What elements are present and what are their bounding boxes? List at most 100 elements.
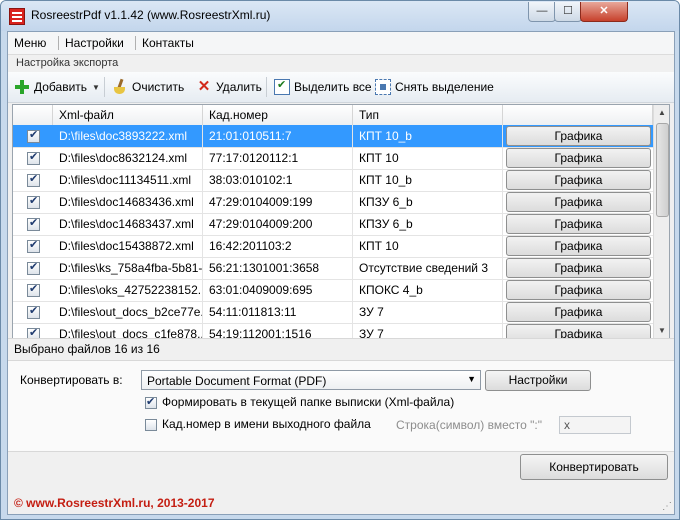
deselect-button[interactable]: Снять выделение (375, 79, 494, 95)
menu-separator (58, 36, 59, 50)
cell-cad: 21:01:010511:7 (203, 125, 353, 147)
menu-separator (135, 36, 136, 50)
graphics-button[interactable]: Графика (506, 126, 651, 146)
format-select[interactable]: Portable Document Format (PDF) ▼ (141, 370, 481, 390)
close-button[interactable]: ✕ (580, 2, 628, 22)
title-bar[interactable]: RosreestrPdf v1.1.42 (www.RosreestrXml.r… (1, 1, 679, 31)
row-checkbox[interactable] (27, 194, 40, 209)
chevron-down-icon: ▼ (467, 374, 476, 384)
convert-button[interactable]: Конвертировать (520, 454, 668, 480)
cell-cad: 56:21:1301001:3658 (203, 257, 353, 279)
client-area: Меню Настройки Контакты Настройка экспор… (7, 31, 675, 515)
graphics-button[interactable]: Графика (506, 214, 651, 234)
cell-cad: 47:29:0104009:200 (203, 213, 353, 235)
cad-name-checkbox[interactable] (145, 419, 157, 431)
cell-type: ЗУ 7 (353, 301, 503, 323)
header-check[interactable] (13, 105, 53, 125)
cell-type: Отсутствие сведений 3 (353, 257, 503, 279)
delete-button-label: Удалить (216, 80, 262, 94)
cell-type: КПЗУ 6_b (353, 213, 503, 235)
section-label: Настройка экспорта (16, 57, 119, 69)
graphics-button[interactable]: Графика (506, 280, 651, 300)
table-row[interactable]: D:\files\doc15438872.xml 16:42:201103:2 … (13, 235, 653, 258)
copyright-text: © www.RosreestrXml.ru, 2013-2017 (14, 496, 215, 510)
row-checkbox[interactable] (27, 172, 40, 187)
cell-file: D:\files\doc14683436.xml (53, 191, 203, 213)
add-button[interactable]: Добавить ▼ (14, 79, 100, 95)
menu-item-settings[interactable]: Настройки (65, 36, 124, 50)
plus-icon (14, 79, 30, 95)
table-row[interactable]: D:\files\doc8632124.xml 77:17:0120112:1 … (13, 147, 653, 170)
scroll-up-icon[interactable]: ▲ (654, 105, 669, 121)
table-row[interactable]: D:\files\doc3893222.xml 21:01:010511:7 К… (13, 125, 653, 148)
row-checkbox[interactable] (27, 238, 40, 253)
add-button-label: Добавить (34, 80, 88, 94)
window-title: RosreestrPdf v1.1.42 (www.RosreestrXml.r… (31, 8, 271, 22)
cell-file: D:\files\doc8632124.xml (53, 147, 203, 169)
table-row[interactable]: D:\files\out_docs_b2ce77e... 54:11:01181… (13, 301, 653, 324)
graphics-button[interactable]: Графика (506, 192, 651, 212)
row-checkbox[interactable] (27, 216, 40, 231)
graphics-button[interactable]: Графика (506, 236, 651, 256)
row-checkbox[interactable] (27, 128, 40, 143)
graphics-button[interactable]: Графика (506, 170, 651, 190)
vertical-scrollbar[interactable]: ▲ ▼ (653, 105, 669, 339)
delete-button[interactable]: ✕ Удалить (196, 79, 262, 95)
dropdown-arrow-icon: ▼ (92, 82, 100, 92)
folder-option-label[interactable]: Формировать в текущей папке выписки (Xml… (162, 395, 454, 409)
cell-cad: 47:29:0104009:199 (203, 191, 353, 213)
header-xml-file[interactable]: Xml-файл (53, 105, 203, 125)
folder-checkbox[interactable] (145, 395, 157, 409)
table-row[interactable]: D:\files\doc14683437.xml 47:29:0104009:2… (13, 213, 653, 236)
menu-item-contacts[interactable]: Контакты (142, 36, 194, 50)
menu-item-menu[interactable]: Меню (14, 36, 46, 50)
cell-type: КПОКС 4_b (353, 279, 503, 301)
cell-cad: 77:17:0120112:1 (203, 147, 353, 169)
replace-char-input[interactable]: x (559, 416, 631, 434)
menu-bar: Меню Настройки Контакты (8, 32, 674, 55)
app-icon (9, 8, 25, 25)
convert-panel: Конвертировать в: Portable Document Form… (8, 360, 674, 452)
row-checkbox[interactable] (27, 304, 40, 319)
header-cad-number[interactable]: Кад.номер (203, 105, 353, 125)
toolbar-separator (266, 77, 267, 97)
minimize-button[interactable]: — (528, 2, 556, 22)
cell-type: КПТ 10_b (353, 125, 503, 147)
toolbar-separator (104, 77, 105, 97)
table-row[interactable]: D:\files\doc14683436.xml 47:29:0104009:1… (13, 191, 653, 214)
table-row[interactable]: D:\files\doc11134511.xml 38:03:010102:1 … (13, 169, 653, 192)
cell-type: КПТ 10 (353, 147, 503, 169)
select-all-button[interactable]: Выделить все (274, 78, 372, 95)
grid-header: Xml-файл Кад.номер Тип (13, 105, 653, 126)
broom-icon (112, 79, 128, 95)
replace-char-label: Строка(символ) вместо ":" (396, 418, 543, 432)
graphics-button[interactable]: Графика (506, 148, 651, 168)
scroll-down-icon[interactable]: ▼ (654, 323, 669, 339)
toolbar: Добавить ▼ Очистить ✕ Удалить Выделить в… (8, 72, 674, 103)
header-type[interactable]: Тип (353, 105, 503, 125)
row-checkbox[interactable] (27, 282, 40, 297)
cell-type: КПЗУ 6_b (353, 191, 503, 213)
cell-type: КПТ 10_b (353, 169, 503, 191)
scroll-thumb[interactable] (656, 123, 669, 217)
header-graphics[interactable] (503, 105, 653, 125)
row-checkbox[interactable] (27, 260, 40, 275)
resize-grip-icon[interactable] (662, 501, 672, 512)
clear-button[interactable]: Очистить (112, 79, 184, 95)
cell-file: D:\files\doc11134511.xml (53, 169, 203, 191)
app-window: RosreestrPdf v1.1.42 (www.RosreestrXml.r… (0, 0, 680, 520)
deselect-icon (375, 79, 391, 95)
selected-count-text: Выбрано файлов 16 из 16 (14, 342, 160, 356)
graphics-button[interactable]: Графика (506, 258, 651, 278)
table-row[interactable]: D:\files\oks_42752238152... 63:01:040900… (13, 279, 653, 302)
cell-file: D:\files\out_docs_b2ce77e... (53, 301, 203, 323)
files-grid[interactable]: Xml-файл Кад.номер Тип D:\files\doc38932… (12, 104, 670, 340)
settings-button[interactable]: Настройки (485, 370, 591, 391)
table-row[interactable]: D:\files\ks_758a4fba-5b81-... 56:21:1301… (13, 257, 653, 280)
cad-name-option-label[interactable]: Кад.номер в имени выходного файла (162, 417, 371, 431)
maximize-button[interactable]: ☐ (554, 2, 582, 22)
cell-file: D:\files\doc15438872.xml (53, 235, 203, 257)
row-checkbox[interactable] (27, 150, 40, 165)
status-bar: Выбрано файлов 16 из 16 (8, 338, 674, 359)
graphics-button[interactable]: Графика (506, 302, 651, 322)
